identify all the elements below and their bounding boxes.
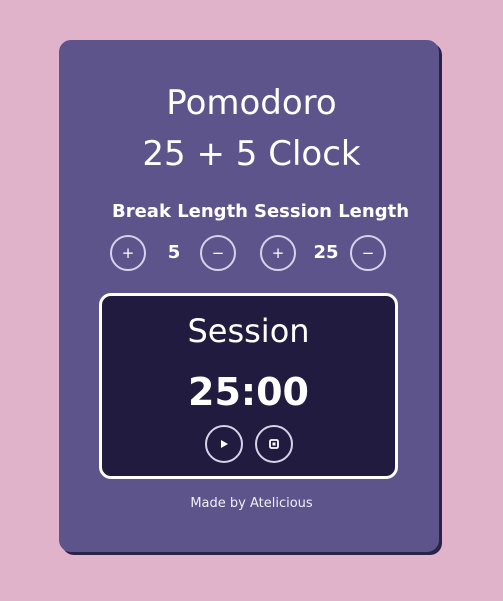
break-decrement-button[interactable]: −	[200, 235, 236, 271]
break-increment-button[interactable]: +	[110, 235, 146, 271]
footer-credit: Made by Atelicious	[190, 496, 313, 511]
session-increment-button[interactable]: +	[260, 235, 296, 271]
play-icon	[221, 440, 228, 448]
timer-label: Session	[187, 312, 310, 350]
session-decrement-button[interactable]: −	[350, 235, 386, 271]
break-length-value: 5	[167, 242, 181, 263]
timer-panel: Session 25:00	[99, 293, 398, 479]
time-left: 25:00	[188, 370, 309, 414]
session-length-value: 25	[313, 242, 339, 263]
app-title-line1: Pomodoro	[166, 83, 337, 123]
reset-button[interactable]	[255, 425, 293, 463]
break-length-label: Break Length	[112, 201, 248, 222]
reset-icon	[269, 439, 279, 449]
start-stop-button[interactable]	[205, 425, 243, 463]
app-title-line2: 25 + 5 Clock	[142, 134, 361, 174]
session-length-label: Session Length	[254, 201, 410, 222]
